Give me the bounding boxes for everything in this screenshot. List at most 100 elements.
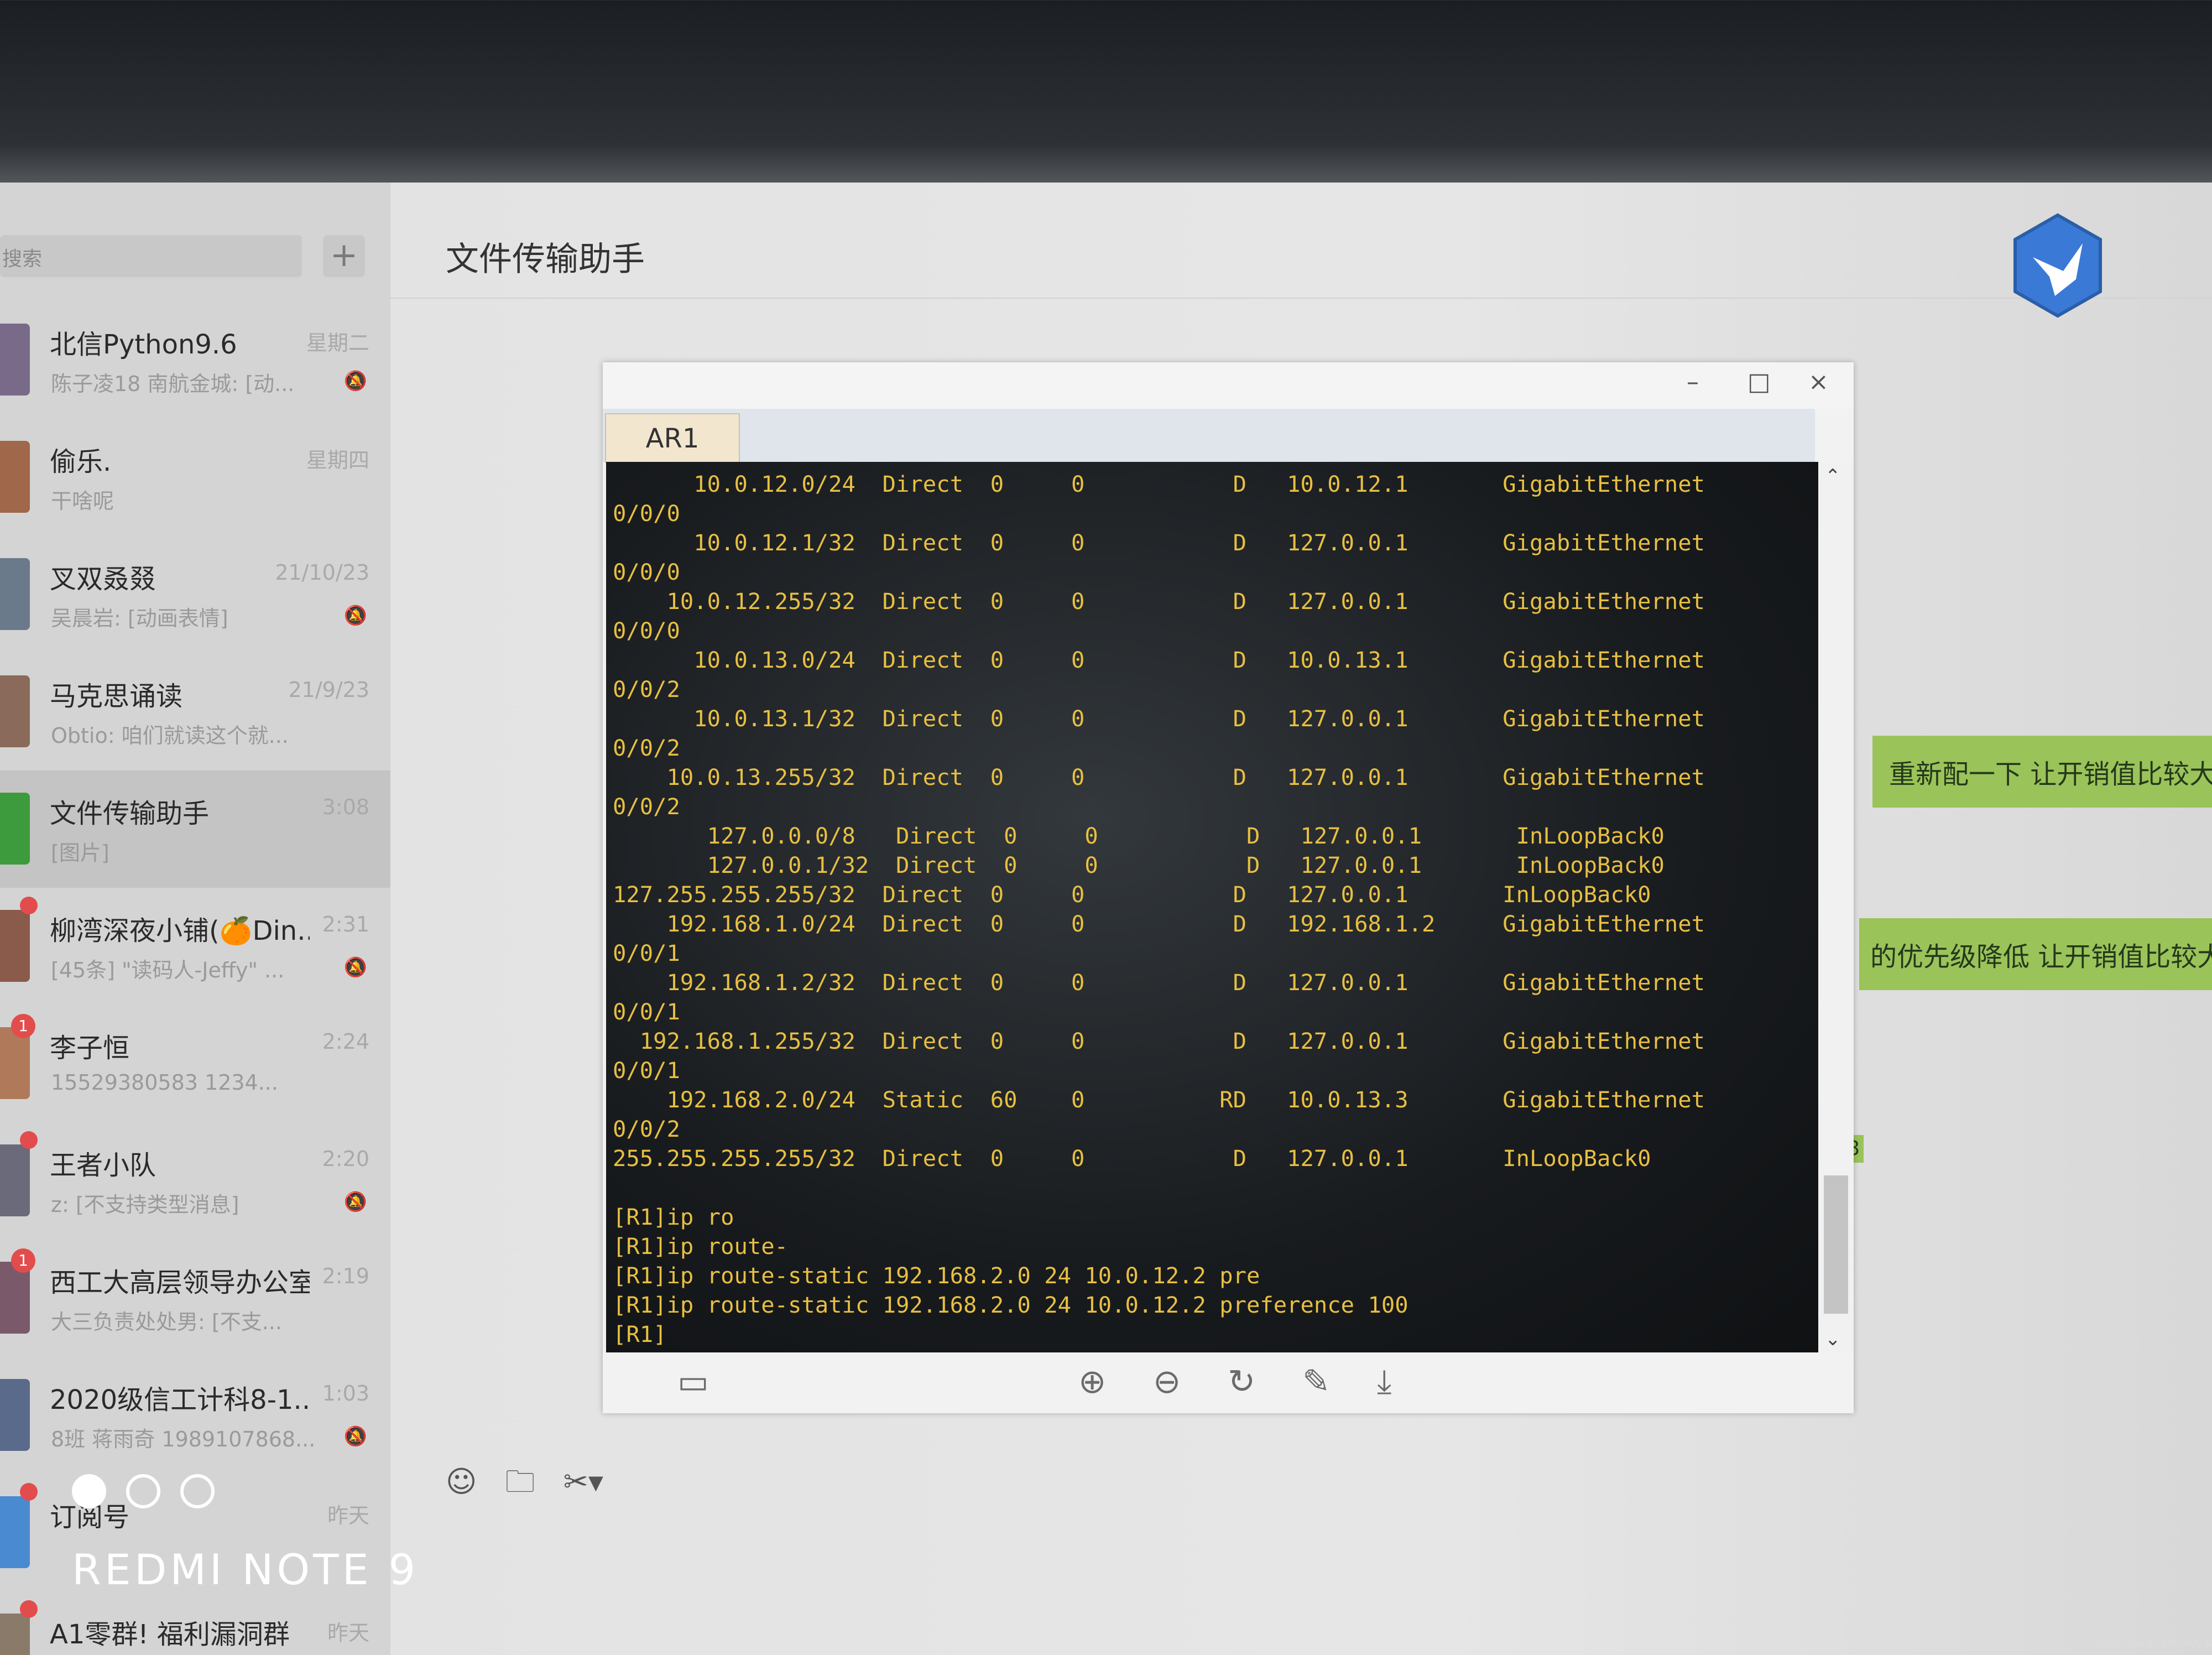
chat-preview: Obtio: 咱们就读这个就...	[51, 724, 289, 748]
zoom-out-icon[interactable]: ⊖	[1153, 1362, 1181, 1401]
chat-list-item[interactable]: 王者小队 2:20 z: [不支持类型消息] 🔕	[0, 1122, 390, 1240]
tab-ar1[interactable]: AR1	[605, 413, 740, 463]
screen: 搜索 + 北信Python9.6 星期二 陈子凌18 南航金城: [动... 🔕 偷乐.…	[0, 183, 2212, 1655]
mute-icon: 🔕	[343, 605, 367, 627]
chat-list-item[interactable]: 马克思诵读 21/9/23 Obtio: 咱们就读这个就...	[0, 653, 390, 771]
terminal-line: 10.0.13.1/32 Direct 0 0 D 127.0.0.1 Giga…	[613, 705, 1705, 732]
terminal-line: 0/0/1	[613, 998, 680, 1025]
terminal-line: 0/0/2	[613, 735, 680, 761]
chat-name: 偷乐.	[50, 446, 112, 477]
chat-name: A1零群! 福利漏洞群	[50, 1619, 290, 1650]
scroll-up-icon[interactable]: ⌃	[1825, 465, 1841, 487]
avatar	[0, 558, 30, 630]
chat-list-item[interactable]: 柳湾深夜小铺(🍊Din... 2:31 [45条] "读码人-Jeffy" ... 🔕	[0, 888, 390, 1005]
avatar	[0, 324, 30, 395]
terminal-line: [R1]ip route-static 192.168.2.0 24 10.0.…	[613, 1292, 1408, 1318]
chat-preview: 吴晨岩: [动画表情]	[51, 606, 228, 631]
tab-strip: AR1	[603, 409, 1815, 463]
header-divider	[390, 298, 2212, 299]
unread-dot	[20, 1131, 38, 1149]
chat-time: 昨天	[327, 1621, 369, 1645]
vertical-scrollbar[interactable]: ⌃ ⌄	[1819, 462, 1853, 1352]
terminal-line: 10.0.12.0/24 Direct 0 0 D 10.0.12.1 Giga…	[613, 471, 1705, 497]
chat-name: 文件传输助手	[50, 798, 210, 829]
terminal-line: 10.0.12.1/32 Direct 0 0 D 127.0.0.1 Giga…	[613, 529, 1705, 556]
mute-icon: 🔕	[343, 370, 367, 392]
chat-list-item[interactable]: 偷乐. 星期四 干啥呢	[0, 419, 390, 536]
terminal-output: 10.0.12.0/24 Direct 0 0 D 10.0.12.1 Giga…	[606, 462, 1818, 1352]
terminal-line: 0/0/2	[613, 1116, 680, 1142]
scroll-down-icon[interactable]: ⌄	[1825, 1328, 1841, 1350]
chat-title: 文件传输助手	[446, 240, 645, 279]
screen-icon[interactable]: ▭	[677, 1362, 709, 1401]
terminal-line: 0/0/0	[613, 500, 680, 527]
scissors-icon[interactable]: ✂▾	[564, 1464, 603, 1499]
chat-time: 1:03	[322, 1381, 369, 1406]
chat-preview: [图片]	[51, 841, 109, 865]
chat-time: 2:24	[322, 1029, 369, 1054]
zoom-in-icon[interactable]: ⊕	[1078, 1362, 1106, 1401]
chat-time: 星期二	[306, 331, 369, 355]
terminal-line: 127.0.0.1/32 Direct 0 0 D 127.0.0.1 InLo…	[613, 852, 1665, 878]
chat-name: 2020级信工计科8-1...	[50, 1385, 310, 1415]
chat-name: 马克思诵读	[50, 681, 183, 712]
window-titlebar: – □ ×	[603, 362, 1854, 409]
chat-sidebar: 搜索 + 北信Python9.6 星期二 陈子凌18 南航金城: [动... 🔕 偷乐.…	[0, 183, 390, 1655]
terminal-line: 0/0/1	[613, 1057, 680, 1084]
chat-preview: 陈子凌18 南航金城: [动...	[51, 372, 295, 396]
chat-name: 西工大高层领导办公室	[50, 1267, 310, 1298]
mute-icon: 🔕	[343, 956, 367, 979]
scrollbar-thumb[interactable]	[1824, 1175, 1848, 1314]
search-input[interactable]: 搜索	[0, 235, 302, 277]
chat-preview: 干啥呢	[51, 489, 114, 513]
edit-icon[interactable]: ✎	[1302, 1362, 1330, 1401]
emoji-icon[interactable]: ☺	[446, 1464, 477, 1499]
chat-time: 21/9/23	[288, 678, 370, 702]
chat-time: 2:19	[322, 1264, 369, 1288]
terminal-line: 192.168.1.255/32 Direct 0 0 D 127.0.0.1 …	[613, 1028, 1705, 1054]
chat-time: 21/10/23	[275, 560, 369, 585]
avatar	[0, 1496, 30, 1568]
unread-badge: 1	[11, 1014, 35, 1038]
terminal-line: 0/0/0	[613, 617, 680, 644]
rotate-icon[interactable]: ↻	[1228, 1362, 1255, 1401]
terminal-window: – □ × AR1 10.0.12.0/24 Direct 0 0 D 10.0…	[603, 362, 1854, 1413]
bird-logo-icon	[2013, 213, 2102, 318]
source-credit: https://blog.csdn.net/qq/404	[2096, 1637, 2212, 1649]
chat-list-item[interactable]: 文件传输助手 3:08 [图片]	[0, 771, 390, 888]
avatar	[0, 1144, 30, 1216]
add-chat-button[interactable]: +	[323, 235, 365, 277]
chat-time: 2:31	[322, 912, 369, 936]
folder-icon[interactable]: 🗀	[505, 1464, 535, 1499]
search-placeholder: 搜索	[2, 248, 43, 270]
watermark-text: REDMI NOTE 9	[72, 1545, 419, 1594]
chat-list-item[interactable]: 1 西工大高层领导办公室 2:19 大三负责处处男: [不支...	[0, 1240, 390, 1357]
chat-list-item[interactable]: 2020级信工计科8-1... 1:03 8班 蒋雨奇 1989107868... 🔕	[0, 1357, 390, 1474]
avatar	[0, 441, 30, 513]
message-bubble[interactable]: 的优先级降低 让开销值比较大	[1859, 918, 2212, 990]
terminal-line: 127.255.255.255/32 Direct 0 0 D 127.0.0.…	[613, 881, 1651, 908]
chat-list-item[interactable]: 叉双叒叕 21/10/23 吴晨岩: [动画表情] 🔕	[0, 536, 390, 653]
terminal-line: [R1]	[613, 1321, 667, 1347]
chat-list-item[interactable]: 1 李子恒 2:24 15529380583 1234...	[0, 1005, 390, 1122]
chat-preview: 8班 蒋雨奇 1989107868...	[51, 1427, 316, 1451]
message-bubble[interactable]: 重新配一下 让开销值比较大	[1872, 736, 2212, 808]
close-button[interactable]: ×	[1808, 368, 1829, 396]
minimize-button[interactable]: –	[1687, 368, 1699, 396]
terminal-text: 10.0.12.0/24 Direct 0 0 D 10.0.12.1 Giga…	[606, 462, 1818, 1349]
chat-list-item[interactable]: 北信Python9.6 星期二 陈子凌18 南航金城: [动... 🔕	[0, 301, 390, 419]
terminal-line: [R1]ip route-static 192.168.2.0 24 10.0.…	[613, 1262, 1260, 1289]
avatar	[0, 793, 30, 865]
chat-time: 昨天	[327, 1503, 369, 1528]
maximize-button[interactable]: □	[1747, 368, 1771, 396]
chat-main: 文件传输助手 重新配一下 让开销值比较大 的优先级降低 让开销值比较大 68 ☺…	[390, 183, 2212, 1655]
chat-preview: 15529380583 1234...	[51, 1070, 278, 1095]
terminal-line: 10.0.13.0/24 Direct 0 0 D 10.0.13.1 Giga…	[613, 647, 1705, 673]
download-icon[interactable]: ⤓	[1377, 1362, 1392, 1401]
terminal-line: 0/0/0	[613, 559, 680, 585]
chat-time: 2:20	[322, 1147, 369, 1171]
terminal-line: 10.0.13.255/32 Direct 0 0 D 127.0.0.1 Gi…	[613, 764, 1705, 790]
chat-preview: 大三负责处处男: [不支...	[51, 1310, 282, 1334]
chat-list-item[interactable]: A1零群! 福利漏洞群 昨天	[0, 1591, 390, 1655]
